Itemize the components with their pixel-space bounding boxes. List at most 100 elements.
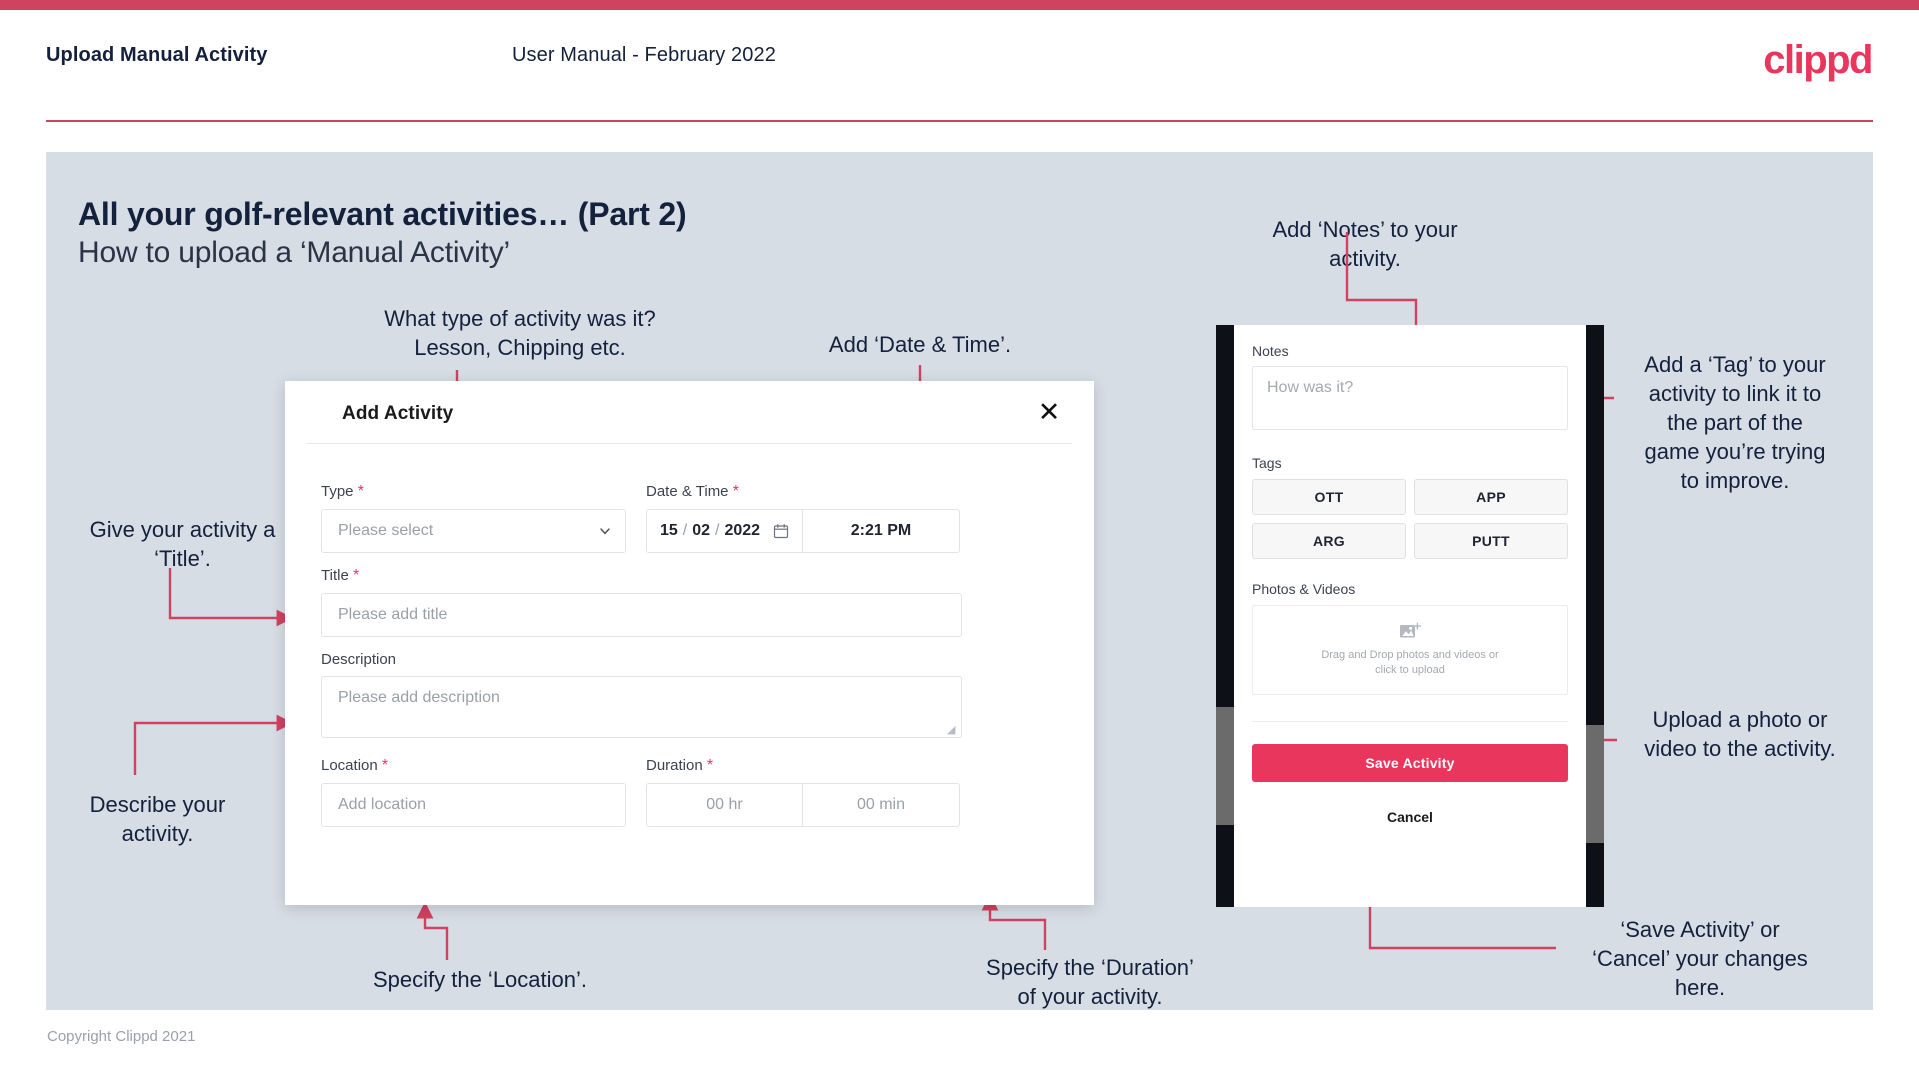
annotation-notes: Add ‘Notes’ to your activity. (1230, 215, 1500, 273)
date-sep-1: / (682, 522, 688, 539)
media-section: Photos & Videos Drag and Drop photos and… (1252, 581, 1568, 695)
annotation-save-line2: ‘Cancel’ your changes (1592, 946, 1808, 971)
tags-section: Tags OTT APP ARG PUTT (1252, 455, 1568, 559)
annotation-notes-line1: Add ‘Notes’ to your (1272, 217, 1458, 242)
tags-grid: OTT APP ARG PUTT (1252, 479, 1568, 559)
media-drop-line1: Drag and Drop photos and videos or (1321, 649, 1499, 661)
description-textarea[interactable]: Please add description ◢ (321, 676, 962, 738)
date-sep-2: / (715, 522, 720, 539)
annotation-duration-line1: Specify the ‘Duration’ (986, 955, 1194, 980)
phone-mockup: Notes How was it? Tags OTT APP ARG PUTT … (1216, 325, 1604, 907)
notes-placeholder: How was it? (1267, 379, 1354, 396)
annotation-title-line1: Give your activity a (89, 517, 276, 542)
duration-hours-placeholder: 00 hr (706, 796, 743, 813)
annotation-location: Specify the ‘Location’. (330, 965, 630, 994)
duration-group: 00 hr 00 min (646, 783, 962, 827)
save-activity-button[interactable]: Save Activity (1252, 744, 1568, 782)
annotation-datetime: Add ‘Date & Time’. (760, 330, 1080, 359)
field-title: Title * Please add title (321, 567, 962, 637)
resize-handle-icon[interactable]: ◢ (947, 725, 957, 736)
type-select[interactable]: Please select (321, 509, 626, 553)
annotation-upload-line2: video to the activity. (1644, 736, 1836, 761)
field-datetime: Date & Time * 15 / 02 / 2022 2:21 PM (646, 483, 962, 553)
field-duration-required: * (706, 757, 714, 774)
slide-subheading: How to upload a ‘Manual Activity’ (78, 236, 510, 269)
field-location-label-text: Location (321, 757, 378, 774)
annotation-notes-line2: activity. (1329, 246, 1401, 271)
time-value: 2:21 PM (850, 522, 912, 539)
annotation-datetime-line1: Add ‘Date & Time’. (828, 332, 1012, 357)
field-location-label: Location * (321, 757, 626, 775)
slide-page: Upload Manual Activity User Manual - Feb… (0, 0, 1919, 1079)
annotation-save-line1: ‘Save Activity’ or (1620, 917, 1780, 942)
clippd-logo: clippd (1763, 38, 1873, 82)
field-datetime-label-text: Date & Time (646, 483, 729, 500)
title-input[interactable]: Please add title (321, 593, 962, 637)
header-divider (46, 120, 1873, 122)
top-accent-bar (0, 0, 1919, 10)
field-description-label-text: Description (321, 651, 397, 668)
dialog-header: Add Activity ✕ (285, 381, 1094, 443)
calendar-icon[interactable] (773, 523, 789, 539)
media-label: Photos & Videos (1252, 581, 1356, 597)
tag-button-arg[interactable]: ARG (1252, 523, 1406, 559)
chevron-down-icon (600, 528, 610, 535)
annotation-location-line1: Specify the ‘Location’. (372, 967, 588, 992)
location-input[interactable]: Add location (321, 783, 626, 827)
tag-button-ott[interactable]: OTT (1252, 479, 1406, 515)
field-description: Description Please add description ◢ (321, 651, 962, 738)
date-input[interactable]: 15 / 02 / 2022 (646, 509, 803, 553)
page-title: Upload Manual Activity (46, 44, 268, 66)
annotation-type-line2: Lesson, Chipping etc. (414, 335, 626, 360)
annotation-upload-line1: Upload a photo or (1652, 707, 1828, 732)
duration-hours-input[interactable]: 00 hr (646, 783, 803, 827)
datetime-group: 15 / 02 / 2022 2:21 PM (646, 509, 962, 553)
annotation-description-line1: Describe your (89, 792, 226, 817)
annotation-description: Describe your activity. (50, 790, 265, 848)
phone-actions-divider (1252, 721, 1568, 722)
phone-side-button-right (1586, 725, 1604, 843)
close-icon[interactable]: ✕ (1034, 397, 1064, 427)
notes-label: Notes (1252, 343, 1289, 359)
tag-button-app[interactable]: APP (1414, 479, 1568, 515)
field-duration-label-text: Duration (646, 757, 703, 774)
field-description-label: Description (321, 651, 962, 668)
media-dropzone[interactable]: Drag and Drop photos and videos or click… (1252, 605, 1568, 695)
cancel-button[interactable]: Cancel (1252, 809, 1568, 825)
duration-minutes-input[interactable]: 00 min (803, 783, 960, 827)
field-location-required: * (381, 757, 389, 774)
annotation-type-line1: What type of activity was it? (384, 306, 656, 331)
annotation-tag-line4: game you’re trying (1644, 439, 1826, 464)
annotation-title: Give your activity a ‘Title’. (50, 515, 315, 573)
field-duration: Duration * 00 hr 00 min (646, 757, 962, 827)
annotation-duration: Specify the ‘Duration’ of your activity. (960, 953, 1220, 1011)
field-type: Type * Please select (321, 483, 626, 553)
field-type-label: Type * (321, 483, 626, 501)
media-drop-line2: click to upload (1375, 664, 1445, 676)
tag-button-putt[interactable]: PUTT (1414, 523, 1568, 559)
notes-input[interactable]: How was it? (1252, 366, 1568, 430)
document-subtitle: User Manual - February 2022 (512, 44, 776, 66)
field-duration-label: Duration * (646, 757, 962, 775)
title-input-placeholder: Please add title (338, 606, 448, 623)
add-image-icon (1400, 622, 1421, 638)
date-day: 15 (659, 522, 678, 539)
annotation-type: What type of activity was it? Lesson, Ch… (330, 304, 710, 362)
phone-screen: Notes How was it? Tags OTT APP ARG PUTT … (1234, 325, 1586, 907)
field-title-required: * (352, 567, 360, 584)
annotation-description-line2: activity. (121, 821, 194, 846)
annotation-duration-line2: of your activity. (1017, 984, 1163, 1009)
notes-section: Notes How was it? (1252, 343, 1568, 430)
dialog-title: Add Activity (342, 403, 454, 424)
field-type-label-text: Type (321, 483, 354, 500)
field-title-label-text: Title (321, 567, 349, 584)
annotation-title-line2: ‘Title’. (154, 546, 211, 571)
media-dropzone-text: Drag and Drop photos and videos or click… (1321, 648, 1498, 678)
time-input[interactable]: 2:21 PM (803, 509, 960, 553)
date-month: 02 (692, 522, 710, 539)
annotation-tag-line5: to improve. (1680, 468, 1790, 493)
phone-side-button-left (1216, 707, 1234, 825)
tags-label: Tags (1252, 455, 1282, 471)
field-location: Location * Add location (321, 757, 626, 827)
type-select-placeholder: Please select (338, 522, 434, 539)
